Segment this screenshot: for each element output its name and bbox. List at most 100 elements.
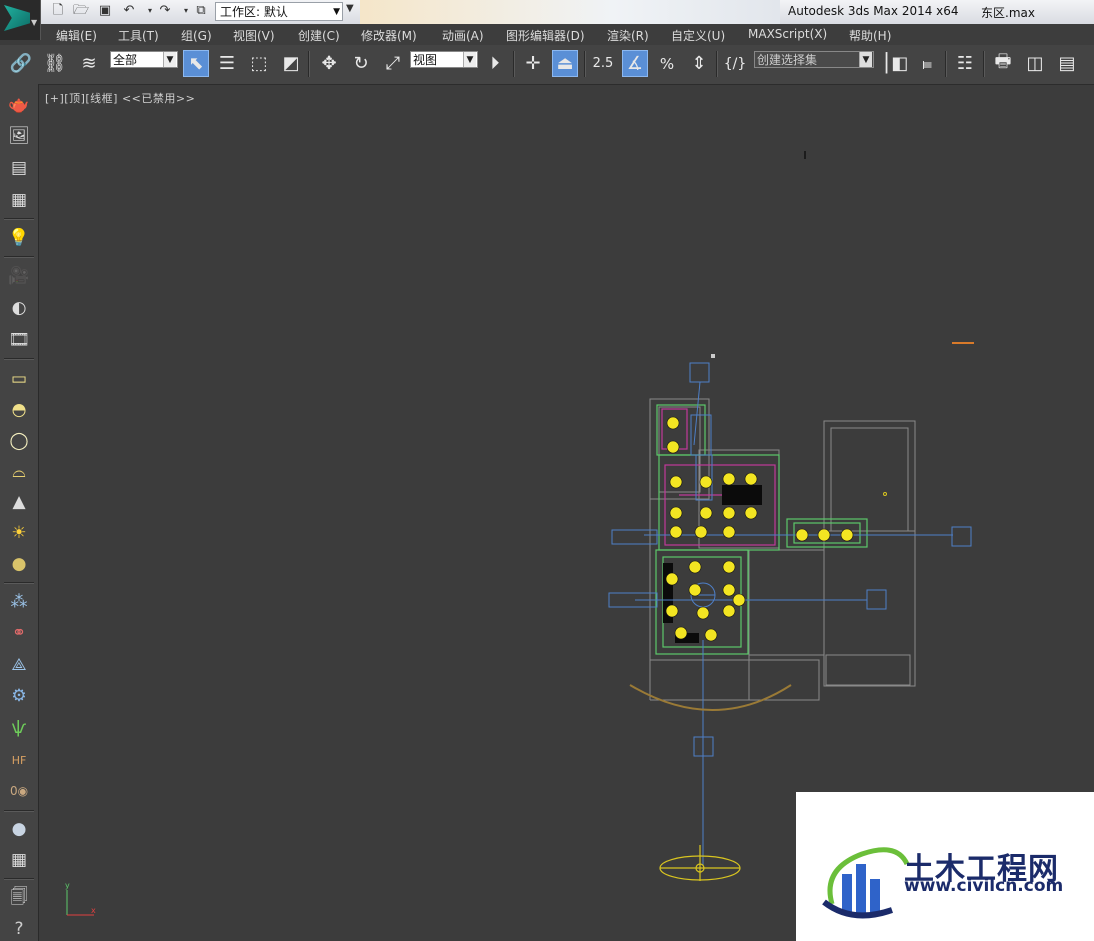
move-icon[interactable]: ✥ [316, 50, 342, 77]
light-fixture [669, 506, 683, 520]
redo-dropdown-icon[interactable]: ▾ [178, 3, 194, 19]
max-logo-icon [4, 5, 30, 31]
schematic-icon[interactable]: ▦ [6, 188, 32, 212]
small-marker [883, 492, 887, 496]
light-fixture [694, 525, 708, 539]
scatter-icon[interactable]: ⁂ [6, 590, 32, 614]
curve-editor-icon[interactable]: ◫ [1022, 50, 1048, 77]
geosphere-icon[interactable]: ⌓ [6, 460, 32, 484]
camera-icon[interactable]: 🎥 [6, 264, 32, 288]
batch-icon[interactable]: 🗐 [6, 886, 32, 910]
cone-icon[interactable]: ▲ [6, 490, 32, 514]
unlink-icon[interactable]: ⛓ [42, 50, 68, 77]
sphere-icon[interactable]: ◯ [6, 429, 32, 453]
reference-coordinate-dropdown[interactable]: 视图 ▼ [410, 51, 478, 68]
select-manipulate-icon[interactable]: ✛ [520, 50, 546, 77]
grass-icon[interactable]: ѱ [6, 716, 32, 740]
rotate-icon[interactable]: ↻ [348, 50, 374, 77]
hair-fur-icon[interactable]: HF [6, 748, 32, 772]
menu-modifiers[interactable]: 修改器(M) [361, 27, 417, 44]
plane-icon[interactable]: ▭ [6, 367, 32, 391]
render-frame-icon[interactable]: 🎞 [6, 328, 32, 352]
rectangular-selection-icon[interactable]: ⬚ [246, 50, 272, 77]
menu-rendering[interactable]: 渲染(R) [607, 27, 649, 44]
selection-filter-dropdown[interactable]: 全部 ▼ [110, 51, 178, 68]
undo-icon[interactable]: ↶ [121, 3, 137, 19]
teapot-icon[interactable]: 🫖 [6, 93, 32, 117]
redo-icon[interactable]: ↷ [157, 3, 173, 19]
material-ball-icon[interactable]: ● [6, 817, 32, 841]
light-fixture [665, 572, 679, 586]
main-toolbar: 🔗 ⛓ ≋ 全部 ▼ ⬉ ☰ ⬚ ◩ ✥ ↻ ⤢ 视图 ▼ ⏵ ✛ ⏏ 2.5 … [0, 45, 1094, 85]
save-icon[interactable]: ▣ [97, 3, 113, 19]
particle-icon[interactable]: ⚭ [6, 621, 32, 645]
light-fixture [699, 475, 713, 489]
edit-named-selection-icon[interactable]: {/} [722, 50, 748, 77]
point-marker [711, 354, 715, 358]
menu-create[interactable]: 创建(C) [298, 27, 340, 44]
curved-wall [629, 684, 792, 711]
layer-manager-icon[interactable]: ☷ [952, 50, 978, 77]
snaps-toggle-icon[interactable]: 2.5 [590, 50, 616, 77]
help-icon[interactable]: ? [6, 917, 32, 941]
menu-graph-editors[interactable]: 图形编辑器(D) [506, 27, 585, 44]
watermark: 土木工程网 www.civilcn.com [796, 792, 1094, 941]
menu-customize[interactable]: 自定义(U) [671, 27, 725, 44]
select-object-icon[interactable]: ⬉ [183, 50, 209, 77]
sun-icon[interactable]: ☀ [6, 521, 32, 545]
light-fixture [674, 626, 688, 640]
dome-icon[interactable]: ◓ [6, 398, 32, 422]
project-folder-icon[interactable]: ⧉ [193, 3, 209, 19]
light-lister-icon[interactable]: 💡 [6, 226, 32, 250]
quick-access-menu-icon[interactable]: ▼ [346, 3, 354, 14]
mirror-icon[interactable]: ⎮◧ [882, 50, 908, 77]
sky-icon[interactable]: ◐ [6, 296, 32, 320]
menu-tools[interactable]: 工具(T) [118, 27, 159, 44]
chevron-down-icon: ▼ [163, 52, 176, 67]
pivot-center-icon[interactable]: ⏵ [482, 50, 508, 77]
menu-maxscript[interactable]: MAXScript(X) [748, 27, 827, 41]
rendered-frame-icon[interactable]: ▤ [1054, 50, 1080, 77]
light-fixtures [665, 416, 854, 642]
toolbar-divider [716, 51, 718, 77]
toolbar-divider [4, 878, 34, 880]
named-selection-dropdown[interactable]: 创建选择集 ▼ [754, 51, 874, 68]
link-icon[interactable]: 🔗 [8, 50, 34, 77]
chevron-down-icon: ▼ [859, 52, 872, 67]
workspace-dropdown[interactable]: 工作区: 默认 ▼ [215, 2, 343, 21]
align-icon[interactable]: ⫢ [914, 50, 940, 77]
keyboard-shortcut-override-icon[interactable]: ⏏ [552, 50, 578, 77]
menu-edit[interactable]: 编辑(E) [56, 27, 97, 44]
sphere-light-icon[interactable]: ● [6, 552, 32, 576]
render-setup-icon[interactable]: 🖶 [990, 50, 1016, 77]
menu-group[interactable]: 组(G) [181, 27, 212, 44]
light-fixture [722, 583, 736, 597]
window-crossing-icon[interactable]: ◩ [278, 50, 304, 77]
menu-help[interactable]: 帮助(H) [849, 27, 891, 44]
scale-icon[interactable]: ⤢ [380, 50, 406, 77]
menu-views[interactable]: 视图(V) [233, 27, 275, 44]
angle-snap-icon[interactable]: ∡ [622, 50, 648, 77]
pyramid-icon[interactable]: ⟁ [6, 653, 32, 677]
light-fixture [722, 472, 736, 486]
light-fixture [840, 528, 854, 542]
menu-animation[interactable]: 动画(A) [442, 27, 484, 44]
title-bar-background [360, 0, 780, 24]
light-fixture [666, 416, 680, 430]
bind-space-warp-icon[interactable]: ≋ [76, 50, 102, 77]
select-by-name-icon[interactable]: ☰ [214, 50, 240, 77]
app-menu-button[interactable]: ▼ [0, 0, 41, 40]
spinner-snap-icon[interactable]: ⇕ [686, 50, 712, 77]
toolbar-divider [983, 51, 985, 77]
gear-icon[interactable]: ⚙ [6, 684, 32, 708]
light-fixture [688, 560, 702, 574]
light-fixture [795, 528, 809, 542]
calculator-icon[interactable]: ▦ [6, 848, 32, 872]
percent-snap-icon[interactable]: % [654, 50, 680, 77]
new-file-icon[interactable]: 🗋 [50, 3, 66, 19]
undo-dropdown-icon[interactable]: ▾ [142, 3, 158, 19]
zero-icon[interactable]: 0◉ [6, 779, 32, 803]
open-file-icon[interactable]: 🗁 [73, 3, 89, 19]
material-editor-icon[interactable]: ▤ [6, 156, 32, 180]
render-setup-icon[interactable]: 🖼 [6, 124, 32, 148]
